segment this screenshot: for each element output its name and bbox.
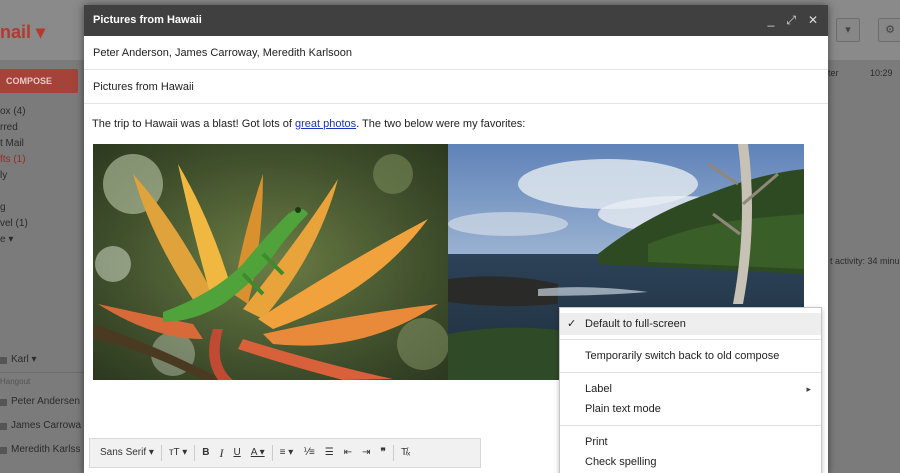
hangout-contact[interactable]: James Carrowa: [0, 414, 84, 438]
menu-divider: [560, 425, 821, 426]
nav-item-shopping[interactable]: g: [0, 200, 80, 216]
chevron-right-icon: ▸: [806, 384, 811, 394]
menu-item-label: Default to full-screen: [585, 318, 686, 330]
more-options-menu: ✓ Default to full-screen Temporarily swi…: [559, 307, 822, 473]
nav-item-family[interactable]: ly: [0, 168, 80, 184]
close-icon[interactable]: ✕: [808, 5, 818, 36]
font-size-select[interactable]: тT ▾: [164, 442, 192, 464]
contact-name: James Carrowa: [11, 420, 82, 431]
quote-icon[interactable]: ❞: [376, 442, 391, 464]
align-icon[interactable]: ≡ ▾: [275, 442, 299, 464]
menu-item-label-submenu[interactable]: Label ▸: [560, 378, 821, 400]
menu-divider: [560, 339, 821, 340]
indent-more-icon[interactable]: ⇥: [357, 442, 375, 464]
nav-item-spacer: [0, 184, 80, 200]
menu-item-label: Label: [585, 383, 612, 395]
menu-item-label: Plain text mode: [585, 403, 661, 415]
nav-item-travel[interactable]: vel (1): [0, 216, 80, 232]
recipients-field[interactable]: Peter Anderson, James Carroway, Meredith…: [84, 36, 828, 70]
contact-name: Peter Andersen: [11, 396, 80, 407]
mail-nav: ox (4) rred t Mail fts (1) ly g vel (1) …: [0, 104, 80, 248]
nav-item-more[interactable]: e ▾: [0, 232, 80, 248]
avatar: [0, 446, 7, 454]
menu-item-label: Temporarily switch back to old compose: [585, 350, 780, 362]
nav-item-starred[interactable]: rred: [0, 120, 80, 136]
gmail-logo[interactable]: nail ▾: [0, 22, 45, 43]
divider: [194, 445, 196, 461]
flower-photo[interactable]: [93, 144, 448, 380]
body-text-end: . The two below were my favorites:: [356, 118, 526, 130]
compose-header[interactable]: Pictures from Hawaii _ ⤢ ✕: [84, 5, 828, 36]
bold-button[interactable]: B: [197, 442, 214, 464]
avatar: [0, 356, 7, 364]
compose-title: Pictures from Hawaii: [93, 14, 202, 26]
settings-dropdown-button[interactable]: ▾: [836, 18, 860, 42]
clear-formatting-icon[interactable]: T̸ₓ: [396, 442, 415, 464]
gear-icon[interactable]: ⚙: [878, 18, 900, 42]
menu-item-label: Check spelling: [585, 456, 657, 468]
last-activity-text: t activity: 34 minu: [830, 256, 900, 266]
font-family-select[interactable]: Sans Serif ▾: [95, 442, 159, 464]
subject-field[interactable]: Pictures from Hawaii: [84, 70, 828, 104]
message-body[interactable]: The trip to Hawaii was a blast! Got lots…: [92, 118, 525, 130]
italic-button[interactable]: I: [214, 442, 228, 464]
formatting-toolbar: Sans Serif ▾ тT ▾ B I U A ▾ ≡ ▾ ⅟≡ ☰ ⇤ ⇥…: [89, 438, 481, 468]
menu-divider: [560, 372, 821, 373]
minimize-icon[interactable]: _: [768, 5, 775, 36]
hangout-user-name: Karl ▾: [11, 354, 37, 365]
menu-item-check-spelling[interactable]: Check spelling: [560, 451, 821, 473]
nav-item-sent[interactable]: t Mail: [0, 136, 80, 152]
nav-item-drafts[interactable]: fts (1): [0, 152, 80, 168]
underline-button[interactable]: U: [228, 442, 245, 464]
checkmark-icon: ✓: [567, 318, 577, 330]
hangouts-panel: Karl ▾ Hangout Peter Andersen James Carr…: [0, 348, 84, 462]
contact-name: Meredith Karlss: [11, 444, 81, 455]
divider: [392, 445, 394, 461]
menu-item-default-full-screen[interactable]: ✓ Default to full-screen: [560, 313, 821, 335]
body-text: The trip to Hawaii was a blast! Got lots…: [92, 118, 295, 130]
divider: [160, 445, 162, 461]
great-photos-link[interactable]: great photos: [295, 118, 356, 130]
nav-item-inbox[interactable]: ox (4): [0, 104, 80, 120]
hangout-user[interactable]: Karl ▾: [0, 348, 84, 372]
menu-item-print[interactable]: Print: [560, 431, 821, 453]
indent-less-icon[interactable]: ⇤: [339, 442, 357, 464]
menu-item-label: Print: [585, 436, 608, 448]
expand-icon[interactable]: ⤢: [786, 5, 796, 36]
hangout-contact[interactable]: Meredith Karlss: [0, 438, 84, 462]
hangout-search-input[interactable]: Hangout: [0, 372, 84, 390]
bg-text: ter: [828, 68, 839, 78]
menu-item-plain-text[interactable]: Plain text mode: [560, 398, 821, 420]
compose-button[interactable]: COMPOSE: [0, 69, 78, 93]
menu-item-switch-old-compose[interactable]: Temporarily switch back to old compose: [560, 345, 821, 367]
hangout-contact[interactable]: Peter Andersen: [0, 390, 84, 414]
divider: [271, 445, 273, 461]
text-color-button[interactable]: A ▾: [246, 442, 270, 464]
numbered-list-icon[interactable]: ⅟≡: [298, 442, 320, 464]
avatar: [0, 422, 7, 430]
bg-time: 10:29: [870, 68, 893, 78]
bulleted-list-icon[interactable]: ☰: [320, 442, 339, 464]
avatar: [0, 398, 7, 406]
